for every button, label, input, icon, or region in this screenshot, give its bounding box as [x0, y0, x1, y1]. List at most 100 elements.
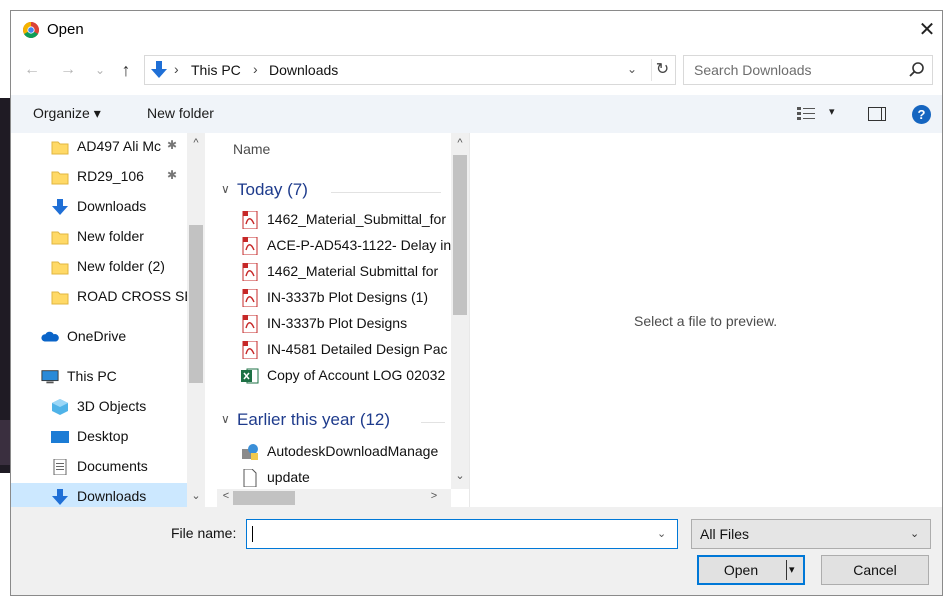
cloud-icon: [41, 331, 59, 342]
open-button[interactable]: Open ▾: [697, 555, 805, 585]
list-item[interactable]: AutodeskDownloadManage: [237, 439, 467, 465]
collapse-chevron-icon: ∨: [221, 182, 230, 196]
column-header-name[interactable]: Name: [233, 141, 270, 157]
download-icon: [52, 489, 68, 505]
breadcrumb-this-pc[interactable]: This PC: [191, 62, 241, 78]
list-item[interactable]: 1462_Material Submittal for: [237, 259, 467, 285]
pin-icon: ✱: [167, 168, 178, 182]
file-name: 1462_Material_Submittal_for: [267, 211, 446, 227]
title-bar: Open ✕: [11, 11, 942, 49]
file-list-horizontal-scroll-thumb[interactable]: [233, 491, 295, 505]
list-item[interactable]: Copy of Account LOG 02032: [237, 363, 467, 389]
sidebar-item-label: OneDrive: [67, 328, 127, 344]
pdf-icon: [242, 237, 258, 255]
file-name: ACE-P-AD543-1122- Delay in: [267, 237, 452, 253]
list-item[interactable]: ACE-P-AD543-1122- Delay in: [237, 233, 467, 259]
file-name: Copy of Account LOG 02032: [267, 367, 446, 383]
open-file-dialog: Open ✕ ← → ⌄ ↑ › This PC › Downloads ⌄ ↻…: [10, 10, 943, 596]
list-item[interactable]: IN-3337b Plot Designs (1): [237, 285, 467, 311]
file-name-input[interactable]: ⌄: [246, 519, 678, 549]
file-type-value: All Files: [700, 526, 750, 542]
sidebar-item-road-cross[interactable]: ROAD CROSS SE: [11, 283, 207, 311]
sidebar-item-3d-objects[interactable]: 3D Objects: [11, 393, 207, 421]
view-options-icon[interactable]: [797, 106, 815, 122]
sidebar-item-label: Desktop: [77, 428, 129, 444]
organize-button[interactable]: Organize ▾: [33, 105, 101, 122]
sidebar-item-rd29[interactable]: RD29_106 ✱: [11, 163, 207, 191]
computer-icon: [41, 370, 59, 384]
breadcrumb-downloads[interactable]: Downloads: [269, 62, 338, 78]
installer-icon: [242, 444, 258, 460]
sidebar-item-this-pc[interactable]: This PC: [11, 363, 207, 391]
list-item[interactable]: 1462_Material_Submittal_for: [237, 207, 467, 233]
pdf-icon: [242, 211, 258, 229]
file-list-scroll-left-icon[interactable]: <: [217, 490, 235, 502]
navigation-pane: AD497 Ali Mc ✱ RD29_106 ✱ Downloads New …: [11, 133, 207, 511]
help-icon[interactable]: ?: [912, 105, 931, 124]
sidebar-item-label: Documents: [77, 458, 148, 474]
group-divider: [331, 192, 441, 193]
recent-locations-button[interactable]: ⌄: [89, 59, 111, 81]
sidebar-item-label: 3D Objects: [77, 398, 147, 414]
sidebar-item-label: This PC: [67, 368, 117, 384]
up-button[interactable]: ↑: [115, 59, 137, 81]
folder-icon: [51, 141, 69, 155]
file-list-scroll-right-icon[interactable]: >: [425, 490, 443, 502]
breadcrumb-separator: ›: [174, 61, 179, 77]
collapse-chevron-icon: ∨: [221, 412, 230, 426]
sidebar-item-downloads-quick[interactable]: Downloads: [11, 193, 207, 221]
sidebar-item-new-folder[interactable]: New folder: [11, 223, 207, 251]
window-title: Open: [47, 21, 84, 38]
download-icon: [151, 61, 167, 78]
open-button-label: Open: [723, 562, 759, 578]
refresh-icon[interactable]: ↻: [651, 59, 673, 81]
back-button[interactable]: ←: [21, 59, 43, 81]
sidebar-scroll-down-icon[interactable]: ⌄: [187, 489, 205, 502]
sidebar-item-new-folder-2[interactable]: New folder (2): [11, 253, 207, 281]
list-item[interactable]: IN-4581 Detailed Design Pac: [237, 337, 467, 363]
sidebar-item-label: RD29_106: [77, 168, 144, 184]
sidebar-item-documents[interactable]: Documents: [11, 453, 207, 481]
sidebar-item-label: Downloads: [77, 198, 147, 214]
new-folder-button[interactable]: New folder: [147, 105, 214, 121]
group-label: Today (7): [237, 180, 308, 199]
sidebar-item-label: ROAD CROSS SE: [77, 288, 194, 304]
sidebar-scroll-up-icon[interactable]: ^: [187, 137, 205, 149]
folder-icon: [51, 291, 69, 305]
sidebar-item-ad497[interactable]: AD497 Ali Mc ✱: [11, 133, 207, 161]
preview-pane-icon[interactable]: [868, 107, 886, 121]
file-name: IN-3337b Plot Designs (1): [267, 289, 429, 305]
address-bar[interactable]: › This PC › Downloads ⌄ ↻: [144, 55, 676, 85]
group-header-earlier[interactable]: ∨ Earlier this year (12): [221, 407, 447, 435]
sidebar-item-label: New folder: [77, 228, 144, 244]
list-item[interactable]: update: [237, 465, 467, 491]
sidebar-scroll-thumb[interactable]: [189, 225, 203, 383]
file-name-label: File name:: [171, 525, 237, 541]
command-bar: Organize ▾ New folder ▾ ?: [11, 95, 942, 133]
file-list-scroll-down-icon[interactable]: ⌄: [451, 469, 469, 482]
file-list-vertical-scroll-thumb[interactable]: [453, 155, 467, 315]
view-dropdown-icon[interactable]: ▾: [829, 105, 835, 118]
file-list-scroll-up-icon[interactable]: ^: [451, 137, 469, 149]
file-type-dropdown-icon: ⌄: [910, 528, 920, 540]
breadcrumb-separator: ›: [253, 61, 258, 77]
file-name-dropdown-icon[interactable]: ⌄: [657, 527, 666, 540]
sidebar-item-desktop[interactable]: Desktop: [11, 423, 207, 451]
open-split-divider: [786, 560, 787, 580]
sidebar-item-onedrive[interactable]: OneDrive: [11, 323, 207, 351]
cancel-button-label: Cancel: [853, 562, 897, 578]
file-type-select[interactable]: All Files ⌄: [691, 519, 931, 549]
open-dropdown-icon[interactable]: ▾: [789, 563, 795, 576]
search-input[interactable]: Search Downloads: [683, 55, 933, 85]
list-item[interactable]: IN-3337b Plot Designs: [237, 311, 467, 337]
group-header-today[interactable]: ∨ Today (7): [221, 177, 447, 205]
close-button[interactable]: ✕: [915, 17, 939, 43]
file-name: update: [267, 469, 310, 485]
background-app-dark: [0, 98, 10, 473]
cancel-button[interactable]: Cancel: [821, 555, 929, 585]
desktop-icon: [51, 431, 69, 443]
pdf-icon: [242, 341, 258, 359]
address-dropdown-icon[interactable]: ⌄: [627, 62, 637, 76]
file-name: AutodeskDownloadManage: [267, 443, 439, 459]
forward-button[interactable]: →: [57, 59, 79, 81]
